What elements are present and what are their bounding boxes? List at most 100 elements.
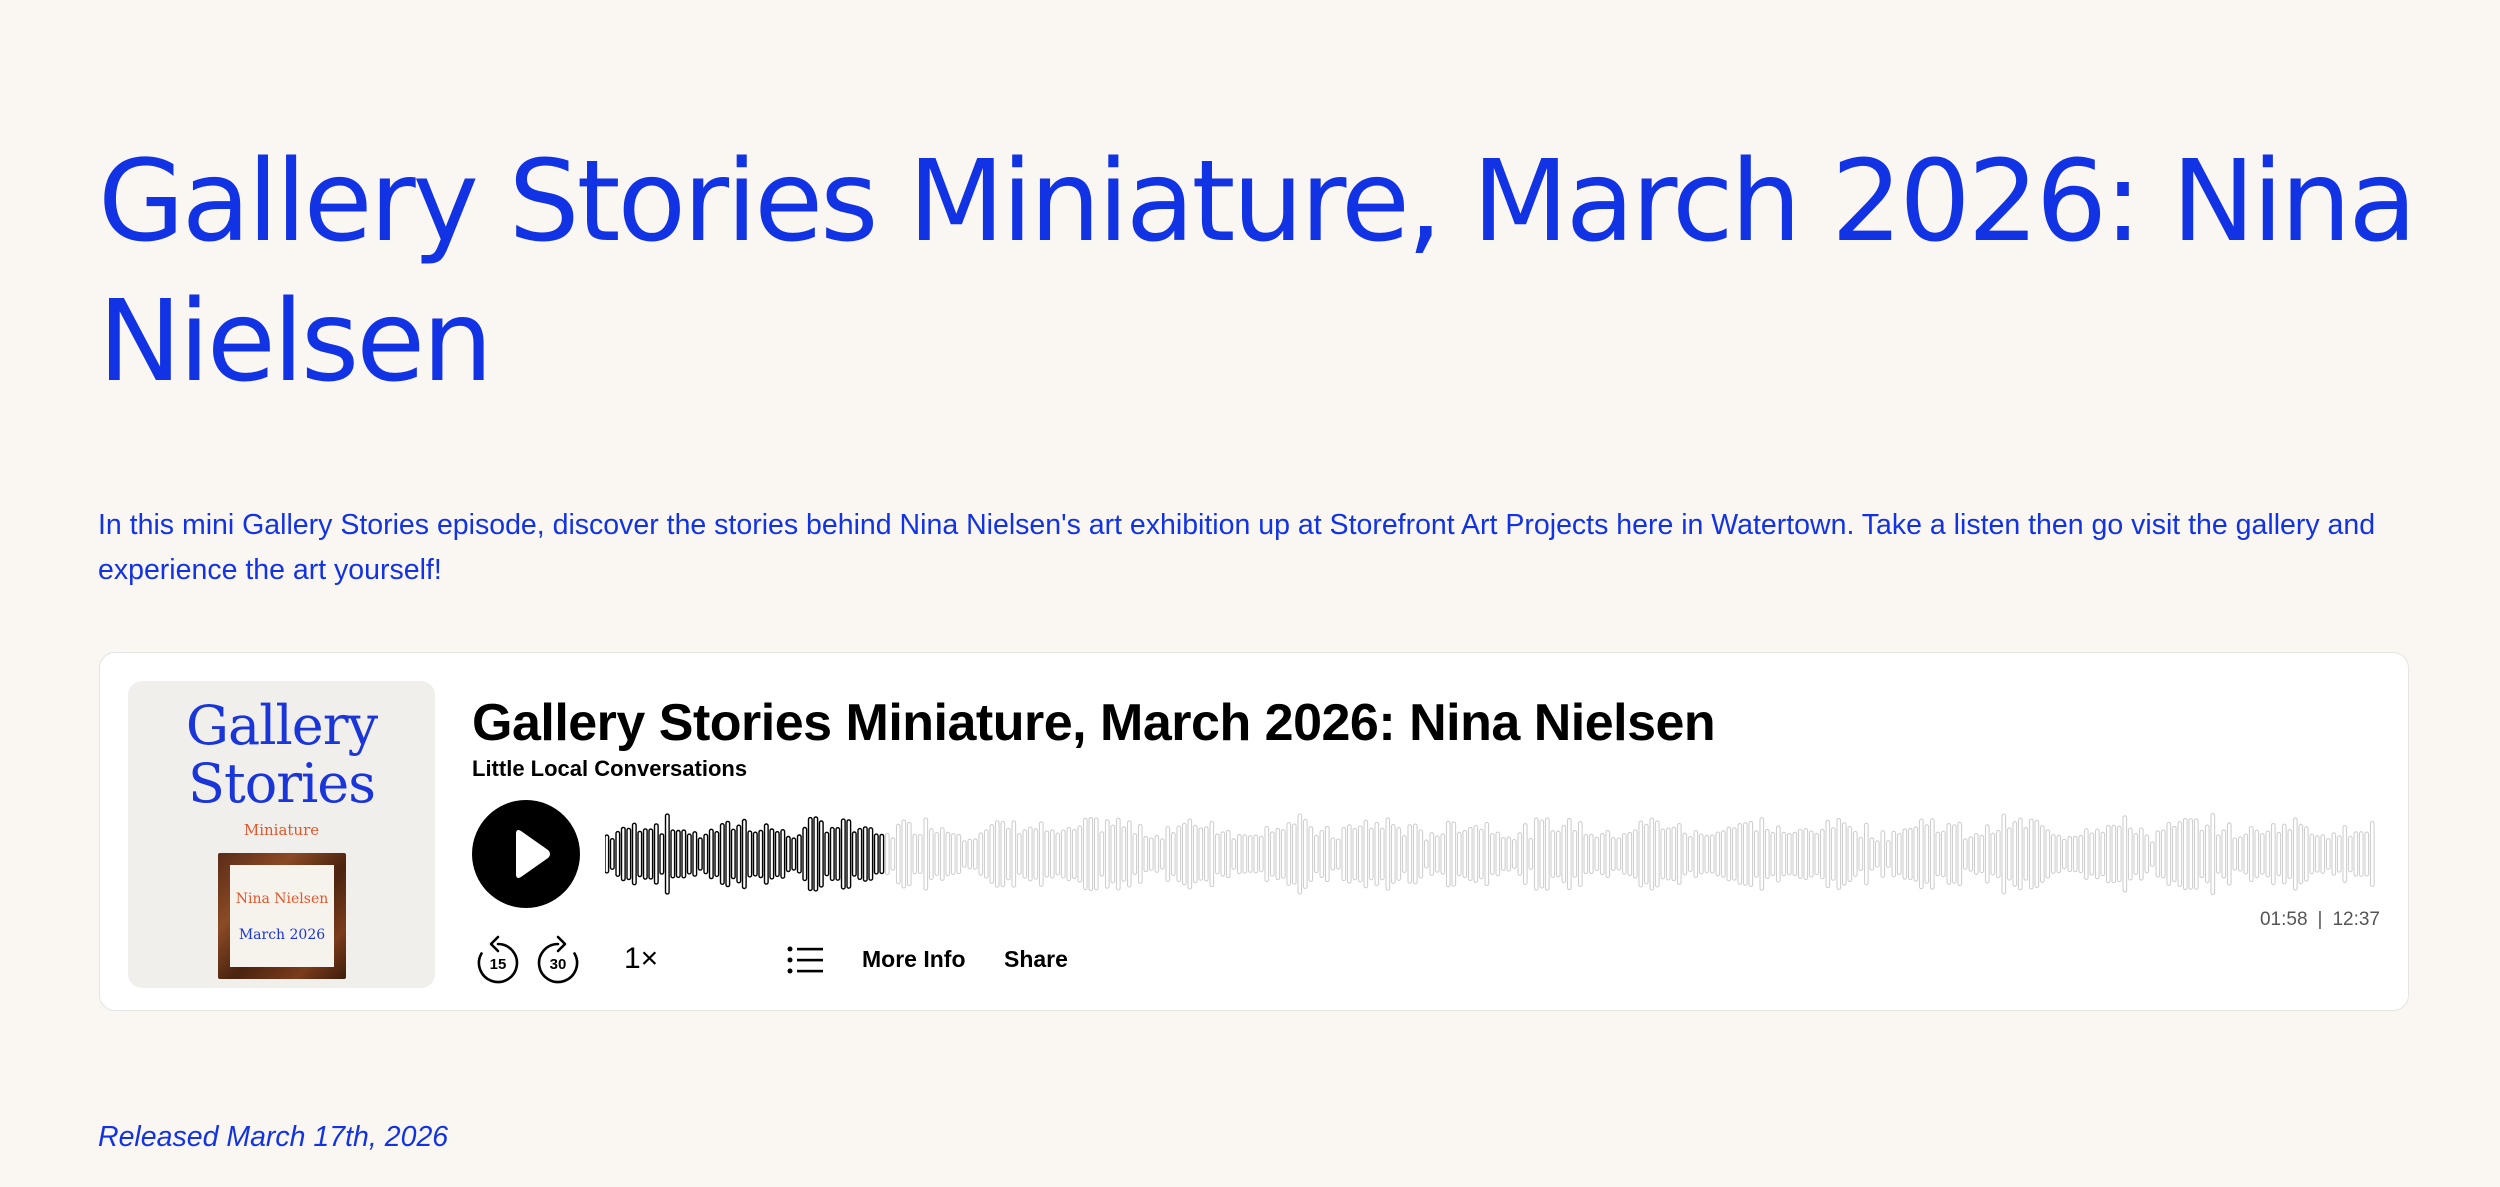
- waveform-bar: [1610, 836, 1616, 872]
- waveform-bar: [1132, 833, 1138, 875]
- waveform-bar: [2006, 827, 2012, 881]
- waveform-bar: [2281, 823, 2287, 885]
- waveform-bar: [890, 837, 896, 871]
- waveform-bar: [1088, 816, 1094, 892]
- waveform-bar-played: [802, 826, 808, 882]
- waveform-bar: [1302, 818, 1308, 889]
- waveform-bar: [2287, 829, 2293, 880]
- waveform-bar: [2232, 837, 2238, 871]
- waveform-bar: [1154, 835, 1160, 873]
- waveform-bar: [1220, 831, 1226, 877]
- waveform-bar-played: [829, 826, 835, 882]
- waveform-bar: [2149, 841, 2155, 867]
- waveform-bar-played: [868, 827, 874, 881]
- waveform-bar: [1632, 829, 1638, 879]
- waveform-bar: [1016, 833, 1022, 875]
- waveform-bar: [1605, 829, 1611, 879]
- waveform-bar: [1126, 820, 1132, 888]
- waveform-bar: [1935, 831, 1941, 877]
- waveform-bar: [1379, 827, 1385, 881]
- cover-art: Gallery Stories Miniature Nina Nielsen M…: [128, 681, 435, 988]
- waveform-bar: [1495, 831, 1501, 877]
- waveform-bar: [1324, 825, 1330, 883]
- skip-forward-button[interactable]: 30: [532, 935, 584, 985]
- show-name[interactable]: Little Local Conversations: [472, 755, 747, 783]
- waveform-bar: [2210, 812, 2216, 896]
- waveform-bar: [2105, 824, 2111, 884]
- waveform-bar-played: [642, 828, 648, 880]
- playback-speed-button[interactable]: 1×: [624, 939, 658, 979]
- waveform-bar: [1137, 824, 1143, 884]
- waveform-bar: [2083, 828, 2089, 880]
- waveform-bar: [2012, 821, 2018, 887]
- waveform-bar: [1841, 822, 1847, 886]
- waveform-bar: [1143, 835, 1149, 873]
- waveform-bar: [1000, 820, 1006, 888]
- waveform-bar: [1995, 829, 2001, 879]
- waveform-bar: [1896, 832, 1902, 876]
- waveform-bar: [1979, 834, 1985, 874]
- waveform-bar: [1082, 817, 1088, 891]
- waveform-bar: [1286, 822, 1292, 886]
- waveform-bar: [1572, 830, 1578, 878]
- skip-back-button[interactable]: 15: [472, 935, 524, 985]
- waveform-bar: [2138, 827, 2144, 881]
- list-icon: [787, 946, 823, 974]
- waveform-bar: [1429, 832, 1435, 876]
- waveform-bar: [1808, 830, 1814, 878]
- waveform-bar: [1225, 829, 1231, 879]
- waveform-bar: [1192, 824, 1198, 884]
- waveform-bar-played: [796, 834, 802, 874]
- waveform-bar: [1693, 829, 1699, 879]
- more-info-button[interactable]: More Info: [862, 943, 966, 975]
- waveform-bar: [1198, 827, 1204, 881]
- waveform-bar: [1506, 836, 1512, 872]
- waveform-bar: [1522, 823, 1528, 886]
- waveform-bar: [2358, 831, 2364, 877]
- waveform-bar: [1181, 822, 1187, 886]
- waveform-bar-played: [736, 824, 742, 884]
- waveform-bar: [972, 838, 978, 870]
- total-duration: 12:37: [2332, 909, 2380, 930]
- waveform-bar: [1737, 823, 1743, 885]
- play-button[interactable]: [472, 800, 580, 908]
- waveform-bar: [1583, 833, 1589, 875]
- waveform-bar: [1269, 831, 1275, 877]
- waveform-bar: [1115, 817, 1121, 891]
- waveform-bar: [2276, 831, 2282, 877]
- waveform-bar: [1968, 836, 1974, 872]
- waveform-bar: [967, 838, 973, 870]
- waveform-bar: [1473, 824, 1479, 883]
- waveform-bar: [1517, 832, 1523, 876]
- waveform-bar: [2204, 824, 2210, 884]
- waveform-bar: [2248, 825, 2254, 883]
- waveform-scrubber[interactable]: [605, 811, 2381, 897]
- waveform-bar: [1165, 825, 1171, 883]
- share-button[interactable]: Share: [1004, 943, 1068, 975]
- waveform-bar-played: [818, 820, 824, 888]
- waveform-bar: [1550, 830, 1556, 878]
- waveform-bar-played: [873, 833, 879, 875]
- waveform-bar: [989, 824, 995, 884]
- waveform-bar-played: [714, 831, 720, 878]
- waveform-bar: [1368, 827, 1374, 881]
- waveform-bar: [2067, 835, 2073, 873]
- waveform-bar: [2111, 824, 2117, 884]
- waveform-bar: [1308, 826, 1314, 882]
- waveform-bar: [1313, 834, 1319, 874]
- waveform-bar: [1511, 838, 1517, 870]
- waveform-bar: [1352, 827, 1358, 881]
- waveform-bar: [1682, 832, 1688, 876]
- waveform-bar: [1027, 826, 1033, 882]
- waveform-bar-played: [752, 831, 758, 877]
- waveform-bar: [2122, 815, 2128, 893]
- waveform-bar: [2331, 832, 2337, 876]
- waveform-bar: [2094, 828, 2100, 880]
- waveform-bar: [2039, 825, 2045, 883]
- waveform-bar: [1214, 833, 1220, 875]
- cover-title-line1: Gallery: [185, 694, 378, 757]
- waveform-bar-played: [879, 833, 885, 875]
- chapters-button[interactable]: [786, 935, 826, 985]
- waveform-bar: [1242, 834, 1248, 874]
- waveform-bar: [1792, 831, 1798, 877]
